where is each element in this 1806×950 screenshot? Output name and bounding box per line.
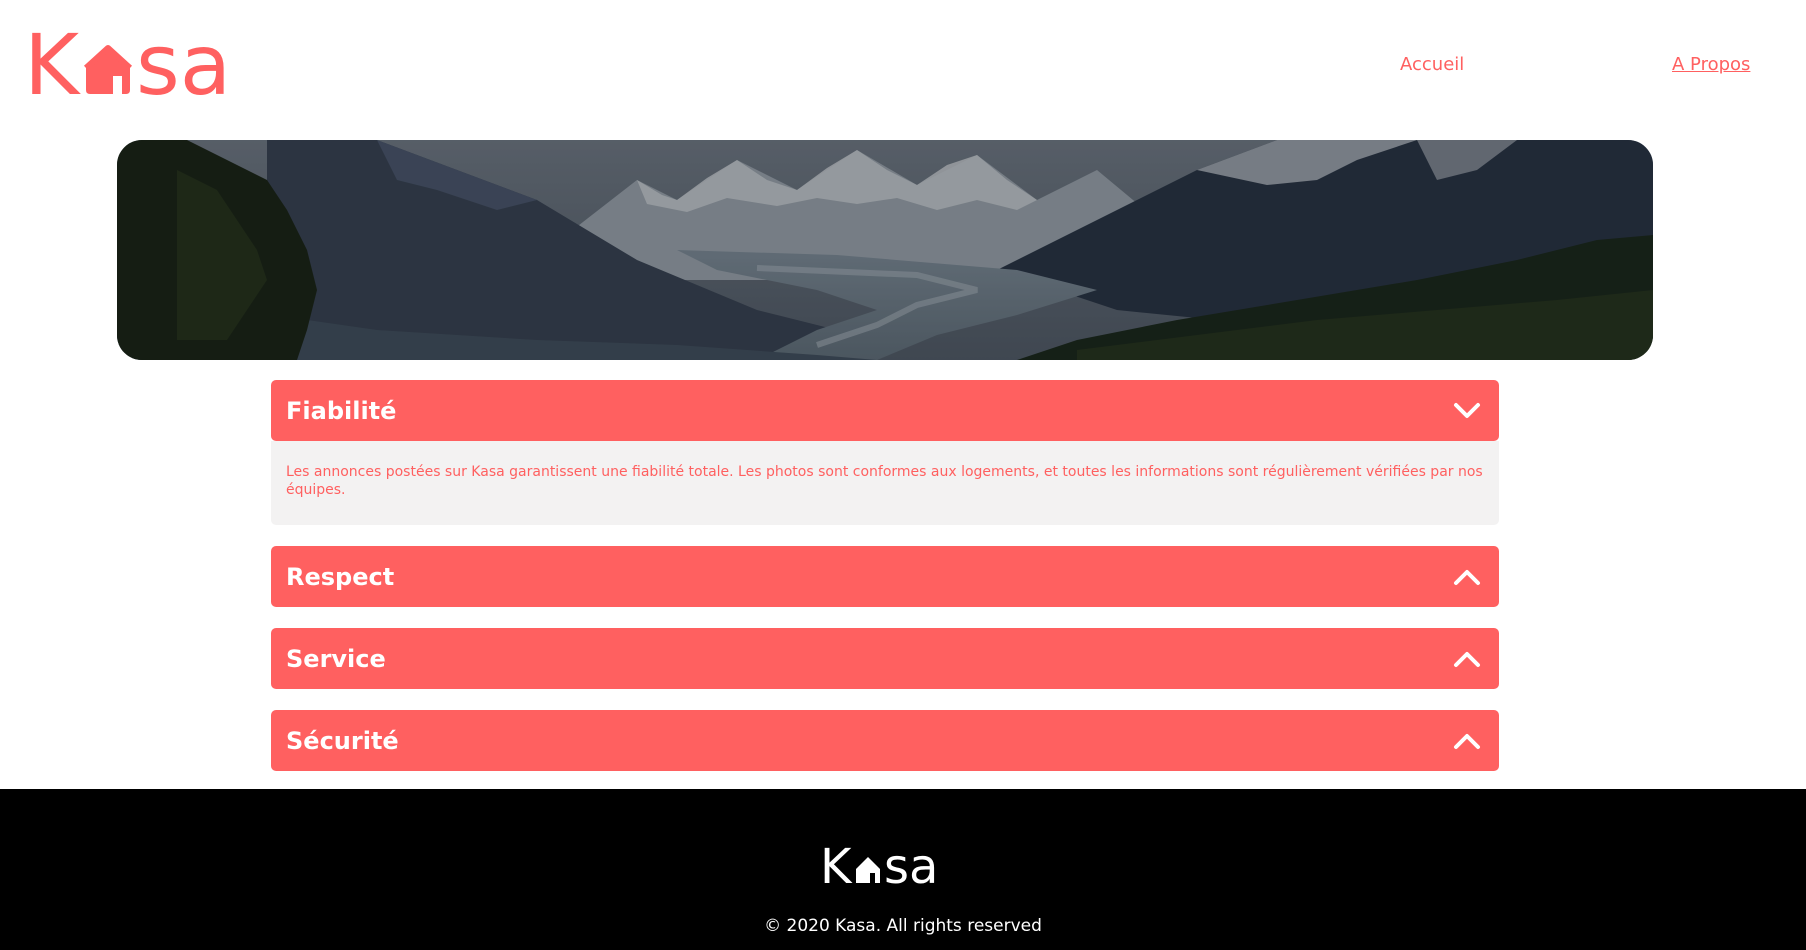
chevron-up-icon[interactable]: [1449, 723, 1485, 759]
collapse-header-service[interactable]: Service: [271, 628, 1499, 689]
main-nav: Accueil A Propos: [0, 54, 1806, 76]
collapse-fiabilite: Fiabilité Les annonces postées sur Kasa …: [271, 380, 1499, 525]
nav-link-home[interactable]: Accueil: [1400, 54, 1464, 75]
chevron-up-icon[interactable]: [1449, 559, 1485, 595]
collapse-body-fiabilite: Les annonces postées sur Kasa garantisse…: [271, 441, 1499, 525]
collapse-respect: Respect: [271, 546, 1499, 607]
nav-link-about[interactable]: A Propos: [1672, 54, 1750, 75]
collapse-title: Sécurité: [286, 726, 399, 755]
chevron-down-icon[interactable]: [1449, 393, 1485, 429]
collapse-securite: Sécurité: [271, 710, 1499, 771]
collapse-service: Service: [271, 628, 1499, 689]
collapse-title: Respect: [286, 562, 395, 591]
footer-logo-letters-sa: sa: [884, 843, 938, 889]
about-banner: [117, 140, 1653, 360]
collapse-title: Fiabilité: [286, 396, 397, 425]
collapse-title: Service: [286, 644, 386, 673]
chevron-up-icon[interactable]: [1449, 641, 1485, 677]
values-list: Fiabilité Les annonces postées sur Kasa …: [271, 380, 1499, 792]
collapse-text: Les annonces postées sur Kasa garantisse…: [286, 464, 1483, 498]
mountain-landscape-image: [117, 140, 1653, 360]
collapse-header-respect[interactable]: Respect: [271, 546, 1499, 607]
footer-logo-letter-k: K: [820, 843, 853, 889]
site-footer: K sa © 2020 Kasa. All rights reserved: [0, 789, 1806, 950]
collapse-header-securite[interactable]: Sécurité: [271, 710, 1499, 771]
copyright-text: © 2020 Kasa. All rights reserved: [764, 916, 1042, 936]
collapse-header-fiabilite[interactable]: Fiabilité: [271, 380, 1499, 441]
footer-kasa-logo: K sa: [820, 843, 938, 889]
house-icon: [856, 857, 880, 883]
site-header: K sa Accueil A Propos: [0, 0, 1806, 126]
